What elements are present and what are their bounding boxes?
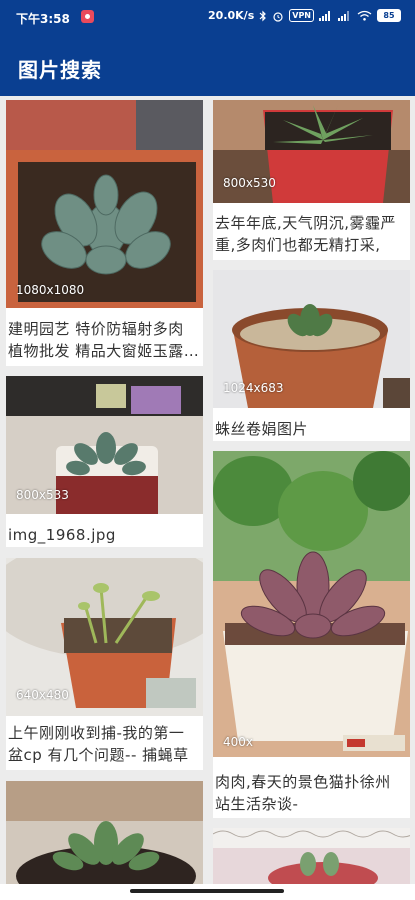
image-caption: 蛛丝卷娟图片 [215,420,309,438]
result-image [213,828,410,884]
image-caption: img_1968.jpg [8,526,116,544]
image-result-card[interactable]: 1080x1080 建明园艺 特价防辐射多肉植物批发 精品大窗姬玉露 中号肉肉 [6,100,203,366]
image-result-card[interactable]: 800x533 img_1968.jpg [6,376,203,547]
image-caption: 去年年底,天气阴沉,雾霾严重,多肉们也都无精打采, [215,214,397,254]
image-dimensions: 640x480 [16,688,69,702]
image-dimensions: 400x [223,735,254,749]
wifi-icon [357,10,372,21]
image-caption: 肉肉,春天的景色猫扑徐州站生活杂谈- [215,773,391,813]
image-dimensions: 800x533 [16,488,69,502]
status-time: 下午3:58 [16,12,70,26]
alarm-icon [273,11,283,22]
image-result-card[interactable]: 1024x683 蛛丝卷娟图片 [213,270,410,441]
notification-icon [81,10,94,23]
status-bar: 下午3:58 20.0K/s VPN 85 [0,0,415,34]
battery-icon: 85 [377,9,401,22]
image-result-card[interactable] [213,828,410,884]
signal-icon-2 [338,11,349,21]
home-gesture-handle[interactable] [130,889,284,893]
network-speed: 20.0K/s [208,9,255,22]
image-caption: 建明园艺 特价防辐射多肉植物批发 精品大窗姬玉露 中号肉肉 [8,320,184,360]
image-dimensions: 800x530 [223,176,276,190]
page-title: 图片搜索 [18,58,102,82]
result-image [213,451,410,757]
result-image [6,100,203,308]
signal-icon-1 [319,11,330,21]
image-result-card[interactable] [6,781,203,884]
app-bar: 图片搜索 [0,34,415,96]
image-result-card[interactable]: 800x530 去年年底,天气阴沉,雾霾严重,多肉们也都无精打采, [213,100,410,260]
image-caption: 上午刚刚收到捕-我的第一盆cp 有几个问题-- 捕蝇草 [8,724,189,764]
image-result-card[interactable]: 400x 肉肉,春天的景色猫扑徐州站生活杂谈- [213,451,410,818]
bluetooth-icon [259,10,267,21]
status-icons: 20.0K/s VPN 85 [208,9,401,22]
image-dimensions: 1024x683 [223,381,284,395]
vpn-icon: VPN [289,9,314,22]
image-dimensions: 1080x1080 [16,283,85,297]
result-image [6,781,203,884]
image-result-card[interactable]: 640x480 上午刚刚收到捕-我的第一盆cp 有几个问题-- 捕蝇草 [6,558,203,770]
